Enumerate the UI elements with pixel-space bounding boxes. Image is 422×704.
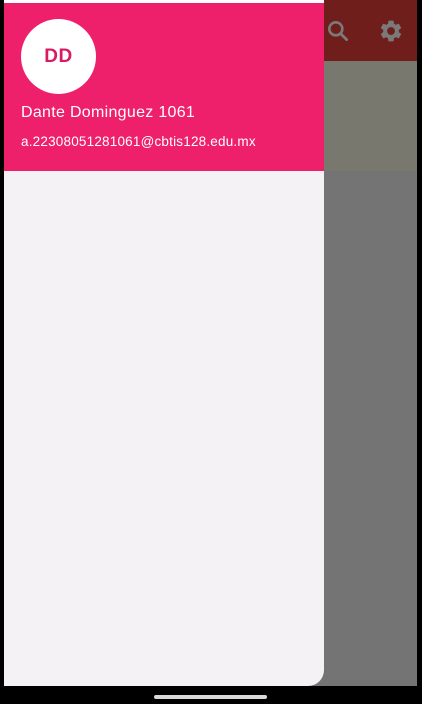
- navigation-drawer: DD Dante Dominguez 1061 a.22308051281061…: [4, 0, 324, 686]
- screen: DD Dante Dominguez 1061 a.22308051281061…: [4, 0, 417, 686]
- account-name: Dante Dominguez 1061: [21, 104, 196, 121]
- avatar-initials: DD: [44, 45, 73, 67]
- device-frame: DD Dante Dominguez 1061 a.22308051281061…: [0, 0, 422, 704]
- avatar[interactable]: DD: [21, 19, 96, 94]
- gesture-navigation-bar[interactable]: [154, 695, 267, 699]
- drawer-header: DD Dante Dominguez 1061 a.22308051281061…: [4, 3, 324, 171]
- account-email: a.22308051281061@cbtis128.edu.mx: [21, 134, 256, 149]
